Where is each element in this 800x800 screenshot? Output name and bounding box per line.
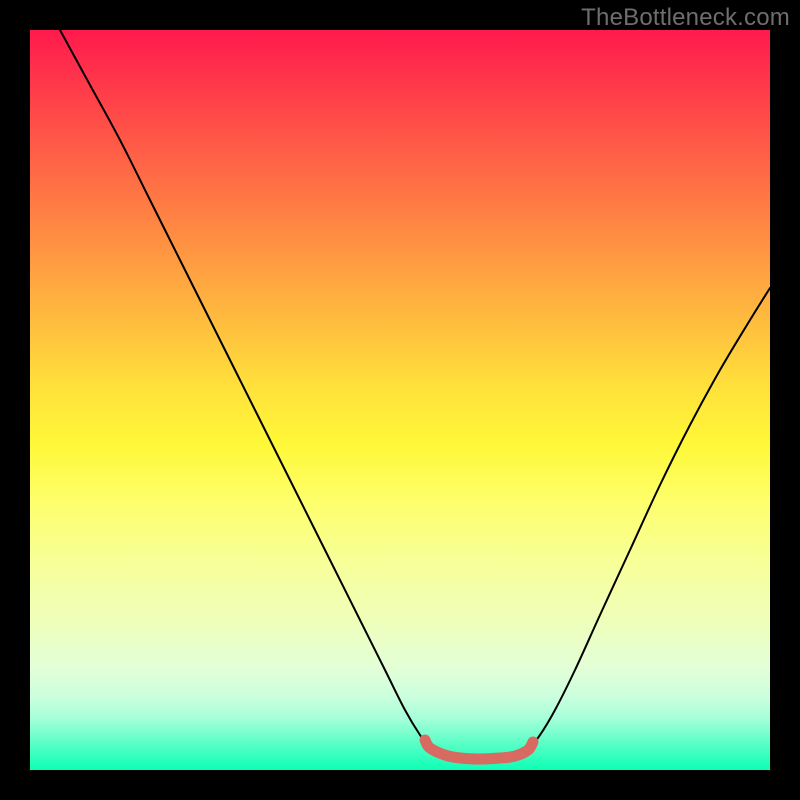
chart-frame: TheBottleneck.com: [0, 0, 800, 800]
plot-area: [30, 30, 770, 770]
watermark-text: TheBottleneck.com: [581, 4, 790, 32]
accent-stroke: [425, 740, 533, 759]
curve-left: [60, 30, 430, 748]
curve-layer: [30, 30, 770, 770]
curve-right: [528, 288, 770, 750]
